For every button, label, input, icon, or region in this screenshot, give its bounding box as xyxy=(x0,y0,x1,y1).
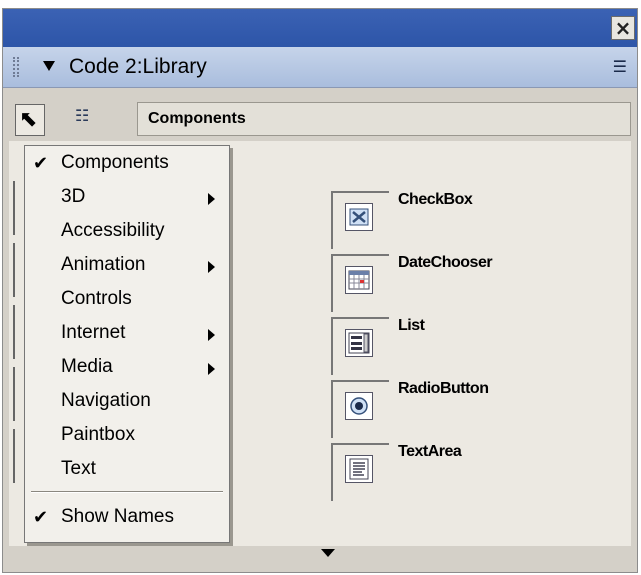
component-label: RadioButton xyxy=(398,380,489,397)
menu-item-label: Animation xyxy=(61,254,146,275)
menu-item-accessibility[interactable]: Accessibility xyxy=(25,215,229,249)
component-label: DateChooser xyxy=(398,254,493,271)
component-list[interactable]: List xyxy=(331,315,631,375)
list-item-stub xyxy=(13,429,18,483)
menu-separator xyxy=(31,491,223,493)
menu-item-navigation[interactable]: Navigation xyxy=(25,385,229,419)
menu-item-label: Paintbox xyxy=(61,424,135,445)
list-item-stub xyxy=(13,305,18,359)
submenu-arrow-icon xyxy=(208,329,215,341)
list-item-stub xyxy=(13,367,18,421)
menu-item-3d[interactable]: 3D xyxy=(25,181,229,215)
panel-header[interactable]: Code 2:Library ☰ xyxy=(3,47,637,88)
menu-item-label: Media xyxy=(61,356,113,377)
component-label: List xyxy=(398,317,425,334)
menu-item-label: Internet xyxy=(61,322,126,343)
checkmark-icon: ✔ xyxy=(33,153,49,174)
submenu-arrow-icon xyxy=(208,193,215,205)
collapse-triangle-icon[interactable] xyxy=(43,61,55,71)
date-chooser-icon xyxy=(345,266,373,294)
menu-item-controls[interactable]: Controls xyxy=(25,283,229,317)
text-area-icon xyxy=(345,455,373,483)
radio-button-icon xyxy=(345,392,373,420)
submenu-arrow-icon xyxy=(208,363,215,375)
scroll-down-arrow-icon[interactable] xyxy=(321,549,335,557)
component-label: TextArea xyxy=(398,443,462,460)
pointer-icon: ⬉ xyxy=(19,107,38,132)
menu-item-internet[interactable]: Internet xyxy=(25,317,229,351)
category-path-field: Components xyxy=(137,102,631,136)
menu-item-text[interactable]: Text xyxy=(25,453,229,487)
list-item-stub xyxy=(13,243,18,297)
menu-item-media[interactable]: Media xyxy=(25,351,229,385)
component-checkbox[interactable]: CheckBox xyxy=(331,189,631,249)
submenu-arrow-icon xyxy=(208,261,215,273)
component-date-chooser[interactable]: DateChooser xyxy=(331,252,631,312)
panel-title: Code 2:Library xyxy=(69,55,207,78)
menu-item-label: 3D xyxy=(61,186,86,207)
checkmark-icon: ✔ xyxy=(33,507,49,528)
category-dropdown-menu: ✔ Components 3D Accessibility Animation … xyxy=(24,145,230,543)
list-icon xyxy=(345,329,373,357)
checkbox-icon xyxy=(345,203,373,231)
menu-item-label: Show Names xyxy=(61,506,174,527)
list-item-stub xyxy=(13,181,18,235)
menu-item-label: Controls xyxy=(61,288,132,309)
menu-item-label: Text xyxy=(61,458,96,479)
category-menu-button[interactable]: ⬉ xyxy=(15,104,45,136)
menu-item-components[interactable]: ✔ Components xyxy=(25,147,229,181)
category-path-label: Components xyxy=(148,110,246,127)
menu-item-label: Navigation xyxy=(61,390,151,411)
window-title-bar: × xyxy=(3,9,637,47)
menu-item-label: Accessibility xyxy=(61,220,165,241)
close-icon[interactable]: × xyxy=(611,16,635,40)
library-toolbar: ⬉ ☷ Components xyxy=(3,88,637,138)
tree-view-icon[interactable]: ☷ xyxy=(75,106,89,125)
menu-item-show-names[interactable]: ✔ Show Names xyxy=(25,501,229,535)
menu-item-label: Components xyxy=(61,152,169,173)
panel-options-icon[interactable]: ☰ xyxy=(613,57,627,76)
menu-item-paintbox[interactable]: Paintbox xyxy=(25,419,229,453)
grip-icon[interactable] xyxy=(13,57,19,77)
component-radio-button[interactable]: RadioButton xyxy=(331,378,631,438)
menu-item-animation[interactable]: Animation xyxy=(25,249,229,283)
component-text-area[interactable]: TextArea xyxy=(331,441,631,501)
component-label: CheckBox xyxy=(398,191,473,208)
